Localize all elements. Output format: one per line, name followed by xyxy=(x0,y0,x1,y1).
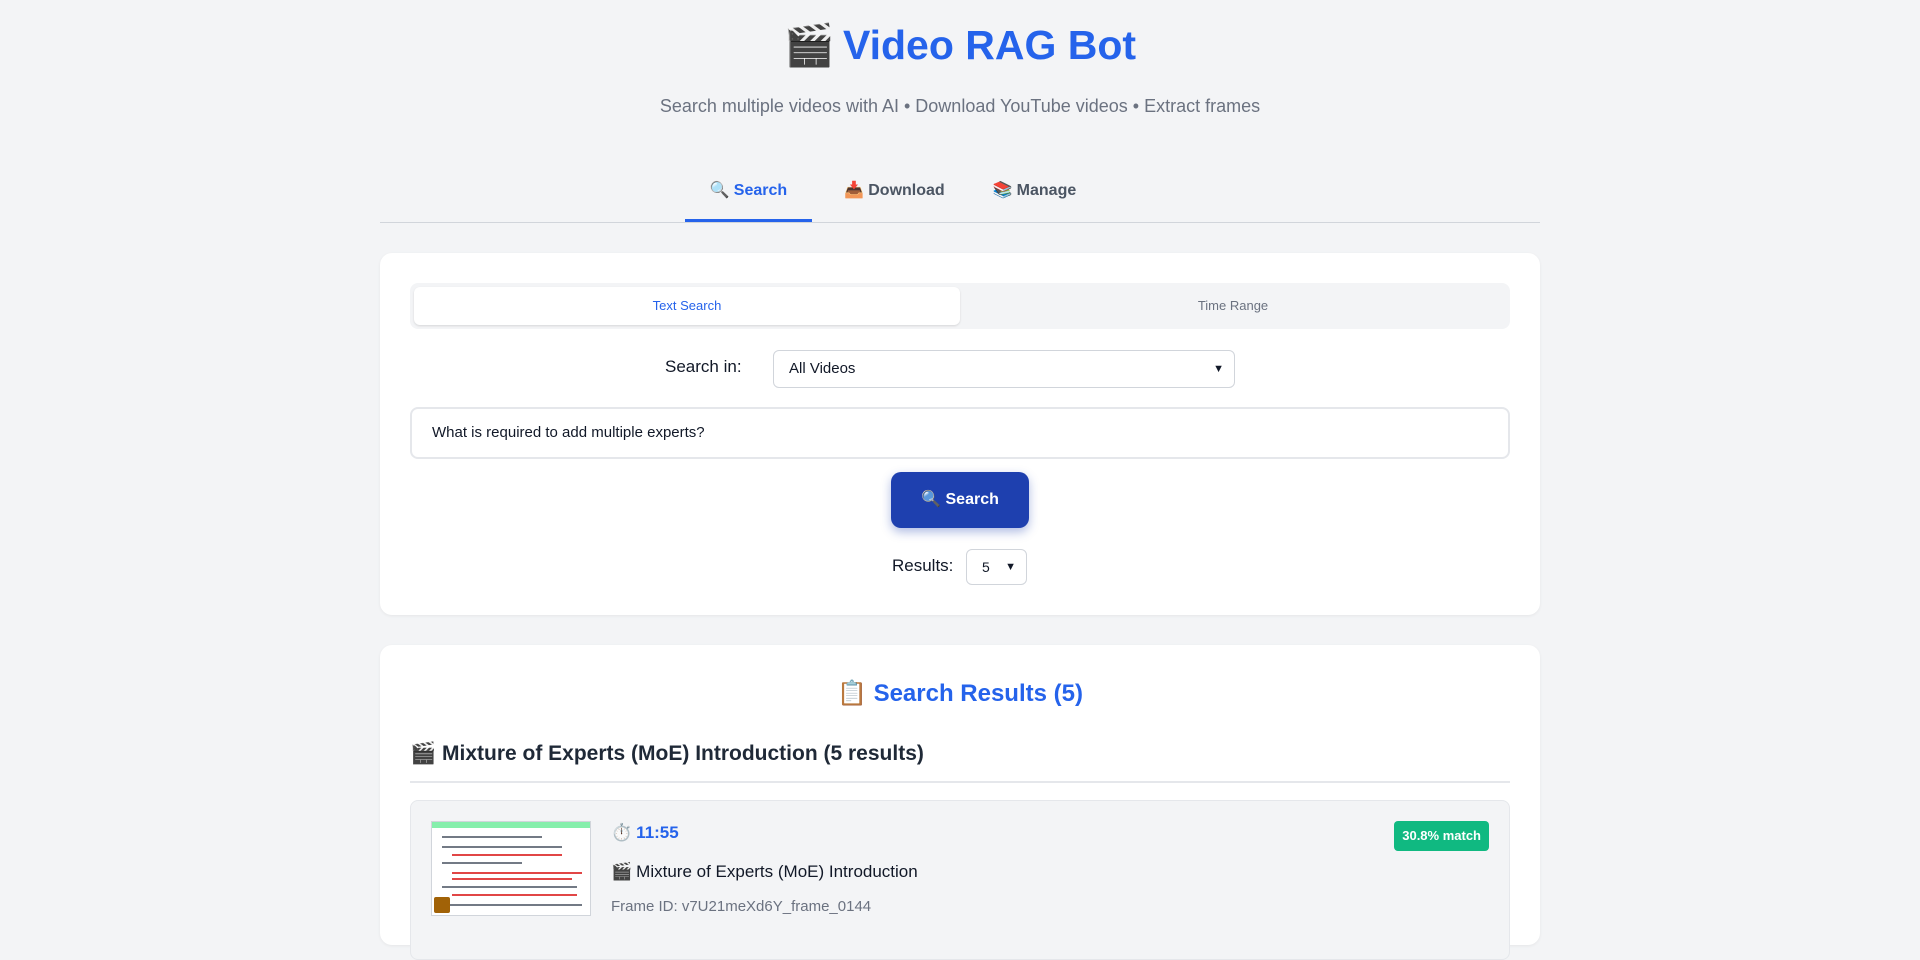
main-tabs: 🔍 Search 📥 Download 📚 Manage xyxy=(380,170,1540,223)
clapperboard-icon: 🎬 xyxy=(783,22,835,68)
video-select-value: All Videos xyxy=(789,360,856,377)
tab-label: Download xyxy=(868,182,945,199)
app-title-text: Video RAG Bot xyxy=(842,22,1137,68)
frame-id: Frame ID: v7U21meXd6Y_frame_0144 xyxy=(611,898,872,915)
chevron-down-icon: ▼ xyxy=(1213,363,1224,375)
time-range-mode-button[interactable]: Time Range xyxy=(960,287,1506,325)
results-title: 📋 Search Results (5) xyxy=(380,679,1540,708)
search-panel: Text Search Time Range Search in: All Vi… xyxy=(380,253,1540,615)
search-button-label: Search xyxy=(945,491,999,508)
clapperboard-icon: 🎬 xyxy=(410,742,437,765)
video-group-title-text: Mixture of Experts (MoE) Introduction (5… xyxy=(442,742,924,765)
divider xyxy=(410,781,1510,783)
magnifier-icon: 🔍 xyxy=(921,491,942,508)
tab-label: Search xyxy=(733,182,788,199)
clipboard-icon: 📋 xyxy=(837,680,867,707)
timestamp-text: 11:55 xyxy=(636,823,679,842)
stopwatch-icon: ⏱️ xyxy=(611,823,633,842)
clapperboard-icon: 🎬 xyxy=(611,862,633,881)
search-button[interactable]: 🔍 Search xyxy=(891,472,1029,528)
search-mode-toggle: Text Search Time Range xyxy=(410,283,1510,329)
books-icon: 📚 xyxy=(992,182,1013,199)
results-panel: 📋 Search Results (5) 🎬 Mixture of Expert… xyxy=(380,645,1540,960)
tab-download[interactable]: 📥 Download xyxy=(832,170,957,222)
text-search-mode-button[interactable]: Text Search xyxy=(414,287,960,325)
result-video-title-text: Mixture of Experts (MoE) Introduction xyxy=(636,862,918,881)
results-count-label: Results: xyxy=(892,556,954,575)
search-query-input[interactable]: What is required to add multiple experts… xyxy=(410,407,1510,459)
results-count-value: 5 xyxy=(982,559,990,575)
results-count-select[interactable]: 5 ▼ xyxy=(966,549,1027,585)
result-item[interactable]: ⏱️ 11:55 30.8% match 🎬 Mixture of Experts … xyxy=(410,800,1510,960)
video-select[interactable]: All Videos ▼ xyxy=(773,350,1235,388)
tab-manage[interactable]: 📚 Manage xyxy=(977,170,1092,222)
match-score-badge: 30.8% match xyxy=(1394,821,1489,851)
results-title-text: Search Results (5) xyxy=(873,680,1083,707)
tab-label: Manage xyxy=(1016,182,1077,199)
app-title: 🎬 Video RAG Bot xyxy=(0,22,1920,70)
video-group-title: 🎬 Mixture of Experts (MoE) Introduction … xyxy=(410,742,924,766)
result-video-title: 🎬 Mixture of Experts (MoE) Introduction xyxy=(611,862,918,882)
tab-search[interactable]: 🔍 Search xyxy=(685,170,812,222)
chevron-down-icon: ▼ xyxy=(1005,561,1016,573)
magnifier-icon: 🔍 xyxy=(709,182,730,199)
frame-thumbnail[interactable] xyxy=(431,821,591,916)
inbox-tray-icon: 📥 xyxy=(844,182,865,199)
app-subtitle: Search multiple videos with AI • Downloa… xyxy=(659,96,1261,116)
search-in-label: Search in: xyxy=(665,357,742,376)
result-timestamp[interactable]: ⏱️ 11:55 xyxy=(611,823,679,843)
